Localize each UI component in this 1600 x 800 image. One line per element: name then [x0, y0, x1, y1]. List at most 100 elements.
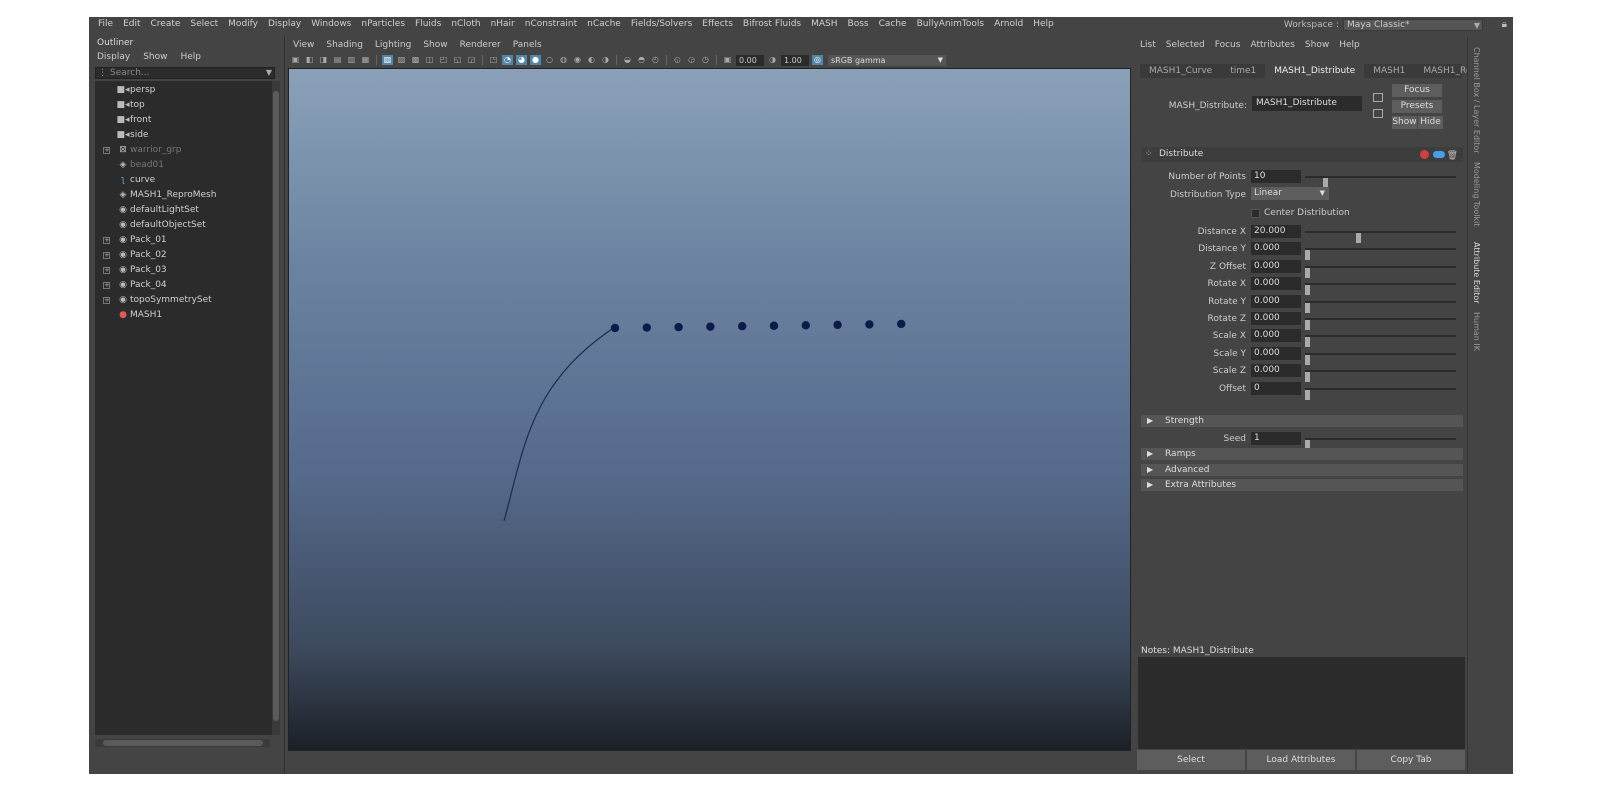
outliner-item-side[interactable]: ■◂ side [95, 128, 280, 143]
motion-blur-icon[interactable]: ◷ [700, 55, 711, 65]
scale-y-slider[interactable] [1305, 352, 1456, 365]
workspace-selector[interactable]: Workspace : Maya Classic* ▼ [1284, 19, 1483, 31]
side-tab-human-ik[interactable]: Human IK [1472, 312, 1481, 351]
scale-x-field[interactable]: 0.000 [1251, 329, 1301, 343]
ae-menu-attributes[interactable]: Attributes [1245, 37, 1299, 53]
field-chart-icon[interactable]: ◰ [438, 55, 449, 65]
menu-select[interactable]: Select [185, 17, 223, 32]
outliner-item-pack-04[interactable]: + ◉ Pack_04 [95, 278, 280, 293]
slider-knob[interactable] [1305, 389, 1310, 400]
z-offset-slider[interactable] [1305, 265, 1456, 278]
rotate-x-slider[interactable] [1305, 283, 1456, 296]
distance-y-field[interactable]: 0.000 [1251, 242, 1301, 256]
expand-plus-icon[interactable]: + [103, 147, 110, 154]
show-button[interactable]: Show [1392, 116, 1417, 129]
outliner-item-defaultlightset[interactable]: ◉ defaultLightSet [95, 203, 280, 218]
select-button[interactable]: Select [1137, 750, 1245, 770]
film-gate-icon[interactable]: ▨ [396, 55, 407, 65]
tab-time1[interactable]: time1 [1221, 64, 1265, 78]
wireframe-icon[interactable]: ◳ [488, 55, 499, 65]
presets-button[interactable]: Presets [1392, 100, 1442, 113]
distance-y-slider[interactable] [1305, 248, 1456, 261]
color-management-icon[interactable]: ◎ [812, 55, 823, 65]
outliner-item-persp[interactable]: ■◂ persp [95, 83, 280, 98]
menu-modify[interactable]: Modify [223, 17, 263, 32]
textured-icon[interactable]: ◍ [558, 55, 569, 65]
ae-menu-show[interactable]: Show [1300, 37, 1334, 53]
scale-z-field[interactable]: 0.000 [1251, 364, 1301, 378]
tab-mash1-distribute[interactable]: MASH1_Distribute [1265, 64, 1365, 78]
distance-x-field[interactable]: 20.000 [1251, 225, 1301, 238]
menu-create[interactable]: Create [146, 17, 186, 32]
load-attributes-button[interactable]: Load Attributes [1247, 750, 1355, 770]
xray-active-icon[interactable]: ◴ [650, 55, 661, 65]
side-tab-modeling-toolkit[interactable]: Modeling Toolkit [1472, 162, 1481, 226]
rotate-y-field[interactable]: 0.000 [1251, 294, 1301, 308]
isolate-icon[interactable]: ◒ [622, 55, 633, 65]
shadows-icon[interactable]: ◐ [586, 55, 597, 65]
outliner-menu-display[interactable]: Display [97, 50, 130, 64]
advanced-section-header[interactable]: ▶ Advanced [1141, 463, 1463, 476]
grease-icon[interactable]: ▦ [360, 55, 371, 65]
scale-x-slider[interactable] [1305, 335, 1456, 348]
outliner-item-pack-02[interactable]: + ◉ Pack_02 [95, 248, 280, 263]
exposure-icon[interactable]: ▣ [722, 55, 733, 65]
viewport-menu-renderer[interactable]: Renderer [454, 37, 507, 53]
menu-windows[interactable]: Windows [306, 17, 356, 32]
xray-joints-icon[interactable]: ◓ [636, 55, 647, 65]
distribute-section-header[interactable]: ⁘ Distribute 🗑︎ [1141, 147, 1463, 162]
scale-y-field[interactable]: 0.000 [1251, 346, 1301, 360]
tab-mash1-curve[interactable]: MASH1_Curve [1140, 64, 1221, 78]
menu-nparticles[interactable]: nParticles [356, 17, 410, 32]
chevron-down-icon[interactable]: ▼ [266, 68, 272, 78]
gamma-field[interactable]: 1.00 [781, 54, 809, 66]
outliner-item-pack-01[interactable]: + ◉ Pack_01 [95, 233, 280, 248]
viewport-menu-view[interactable]: View [287, 37, 320, 53]
menu-help[interactable]: Help [1028, 17, 1059, 32]
menu-file[interactable]: File [93, 17, 118, 32]
trash-icon[interactable]: 🗑︎ [1447, 149, 1458, 164]
menu-arnold[interactable]: Arnold [989, 17, 1028, 32]
side-tab-attribute-editor[interactable]: Attribute Editor [1472, 242, 1481, 304]
outliner-item-defaultobjectset[interactable]: ◉ defaultObjectSet [95, 218, 280, 233]
outliner-vertical-scrollbar[interactable] [272, 81, 280, 735]
menu-fields-solvers[interactable]: Fields/Solvers [626, 17, 697, 32]
menu-cache[interactable]: Cache [874, 17, 912, 32]
gamma-icon[interactable]: ◑ [767, 55, 778, 65]
viewport-menu-lighting[interactable]: Lighting [369, 37, 417, 53]
camera-lock-icon[interactable]: ◧ [304, 55, 315, 65]
outliner-item-mash1[interactable]: ● MASH1 [95, 308, 280, 323]
outliner-item-warrior-grp[interactable]: + ⊠ warrior_grp [95, 143, 280, 158]
menu-nhair[interactable]: nHair [486, 17, 520, 32]
aa-icon[interactable]: ◵ [672, 55, 683, 65]
menu-fluids[interactable]: Fluids [410, 17, 446, 32]
viewport-menu-show[interactable]: Show [417, 37, 453, 53]
outliner-menu-help[interactable]: Help [180, 50, 201, 64]
rotate-z-slider[interactable] [1305, 318, 1456, 330]
ae-menu-focus[interactable]: Focus [1210, 37, 1246, 53]
side-tab-channel-box-layer-editor[interactable]: Channel Box / Layer Editor [1472, 47, 1481, 154]
shade-default-icon[interactable]: ◕ [516, 55, 527, 65]
strength-section-header[interactable]: ▶ Strength [1141, 415, 1463, 427]
scrollbar-thumb[interactable] [103, 740, 263, 746]
exposure-field[interactable]: 0.00 [736, 54, 764, 66]
tab-mash1[interactable]: MASH1 [1364, 64, 1414, 78]
ae-menu-list[interactable]: List [1135, 37, 1161, 53]
extra-attributes-section-header[interactable]: ▶ Extra Attributes [1141, 479, 1463, 491]
menu-ncloth[interactable]: nCloth [446, 17, 485, 32]
smooth-shade-icon[interactable]: ◔ [502, 55, 513, 65]
expand-plus-icon[interactable]: + [103, 297, 110, 304]
rotate-y-slider[interactable] [1305, 300, 1456, 313]
ao-icon[interactable]: ◑ [600, 55, 611, 65]
scrollbar-thumb[interactable] [273, 91, 279, 721]
focus-input-icon[interactable] [1373, 93, 1383, 102]
offset-slider[interactable] [1305, 387, 1456, 400]
seed-field[interactable]: 1 [1251, 432, 1301, 445]
menu-mash[interactable]: MASH [806, 17, 842, 32]
ae-menu-selected[interactable]: Selected [1161, 37, 1210, 53]
center-distribution-checkbox[interactable] [1251, 209, 1260, 218]
node-name-field[interactable]: MASH1_Distribute [1252, 96, 1362, 111]
expand-plus-icon[interactable]: + [103, 237, 110, 244]
3d-viewport[interactable] [288, 68, 1131, 751]
expand-plus-icon[interactable]: + [103, 267, 110, 274]
